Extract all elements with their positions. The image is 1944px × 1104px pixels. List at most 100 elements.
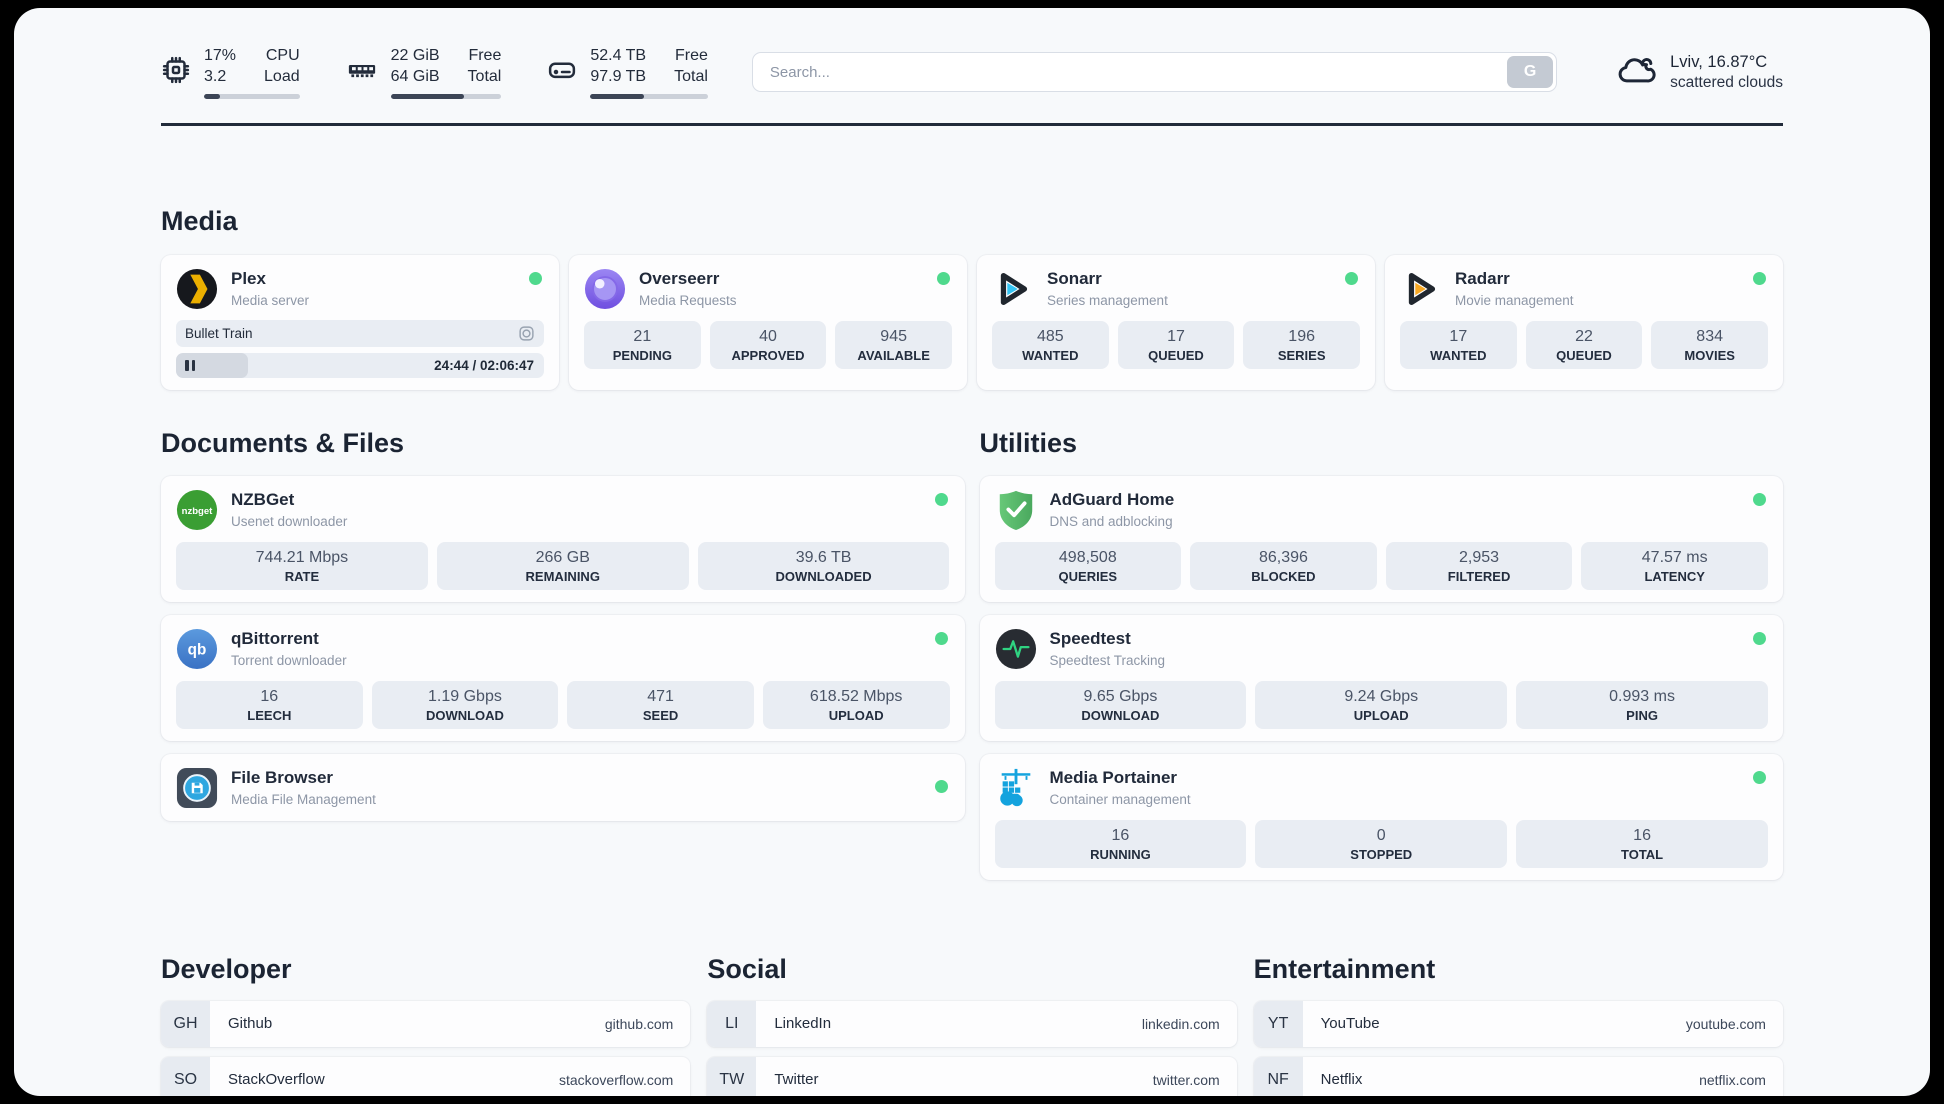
bookmark-stackoverflow[interactable]: SO StackOverflow stackoverflow.com: [161, 1056, 691, 1096]
app-card-sonarr[interactable]: Sonarr Series management 485 WANTED 17 Q…: [977, 254, 1375, 390]
app-title: Media Portainer: [1049, 768, 1178, 788]
app-subtitle: DNS and adblocking: [1049, 513, 1173, 529]
status-dot: [1753, 271, 1766, 285]
ram-icon: [346, 55, 378, 90]
app-card-speedtest[interactable]: Speedtest Speedtest Tracking 9.65 Gbps D…: [979, 614, 1783, 741]
plex-elapsed-total: 24:44 / 02:06:47: [434, 357, 534, 373]
cpu-labels: CPU Load: [264, 47, 300, 85]
status-dot: [934, 492, 948, 506]
weather-widget: Lviv, 16.87°C scattered clouds: [1615, 50, 1783, 95]
pause-icon[interactable]: [185, 359, 195, 371]
stat-available: 945 AVAILABLE: [835, 320, 952, 369]
speedtest-icon: [995, 628, 1036, 669]
app-card-qbittorrent[interactable]: qb qBittorrent Torrent downloader 16 LEE…: [161, 614, 965, 741]
disk-labels: Free Total: [674, 47, 708, 85]
stat-pending: 21 PENDING: [584, 320, 701, 369]
disk-progressbar: [590, 93, 708, 99]
app-subtitle: Movie management: [1455, 292, 1574, 308]
app-subtitle: Media Requests: [639, 292, 737, 308]
media-grid: Plex Media server Bullet Train 24:44 / 0…: [161, 254, 1783, 390]
search-engine-button[interactable]: G: [1507, 56, 1554, 89]
cpu-icon: [161, 55, 191, 90]
bookmark-netflix[interactable]: NF Netflix netflix.com: [1253, 1056, 1783, 1096]
app-card-portainer[interactable]: Media Portainer Container management 16 …: [979, 753, 1783, 880]
stat-running: 16 RUNNING: [994, 819, 1247, 868]
status-dot: [937, 271, 950, 285]
stat-total: 16 TOTAL: [1516, 819, 1768, 868]
sonarr-icon: [1000, 272, 1028, 305]
bookmark-url: github.com: [604, 1015, 674, 1032]
bookmark-twitter[interactable]: TW Twitter twitter.com: [707, 1056, 1237, 1096]
stat-stopped: 0 STOPPED: [1255, 819, 1508, 868]
app-subtitle: Usenet downloader: [231, 513, 348, 529]
plex-now-playing: Bullet Train: [176, 319, 544, 347]
app-title: Plex: [231, 269, 266, 289]
stat-leech: 16 LEECH: [176, 680, 363, 729]
app-subtitle: Series management: [1047, 292, 1168, 308]
stat-movies: 834 MOVIES: [1651, 320, 1768, 369]
bookmark-group-developer: Developer GH Github github.com SO StackO…: [161, 954, 691, 1096]
bookmark-name: Github: [228, 1015, 273, 1033]
status-dot: [934, 780, 948, 794]
bookmark-abbr: TW: [707, 1056, 757, 1096]
qbittorrent-icon: qb: [176, 628, 218, 669]
app-title: File Browser: [231, 768, 334, 788]
stat-queued: 22 QUEUED: [1525, 320, 1643, 369]
memory-widget: 22 GiB 64 GiB Free Total: [346, 46, 502, 99]
app-card-nzbget[interactable]: nzbget NZBGet Usenet downloader 744.21 M…: [161, 475, 965, 602]
weather-location-temp: Lviv, 16.87°C: [1670, 52, 1768, 71]
svg-text:nzbget: nzbget: [182, 505, 214, 516]
app-subtitle: Media File Management: [231, 791, 376, 807]
session-camera-icon[interactable]: [518, 325, 535, 342]
memory-progressbar: [390, 93, 502, 99]
bookmark-name: LinkedIn: [774, 1015, 832, 1033]
stat-approved: 40 APPROVED: [709, 320, 827, 369]
stat-upload: 9.24 Gbps UPLOAD: [1255, 680, 1508, 729]
section-heading-media: Media: [161, 205, 238, 236]
app-subtitle: Container management: [1049, 791, 1191, 807]
header-divider: [161, 122, 1783, 126]
search-input[interactable]: [751, 52, 1558, 93]
stat-upload: 618.52 Mbps UPLOAD: [762, 680, 950, 729]
app-subtitle: Speedtest Tracking: [1049, 652, 1166, 668]
section-heading-entertainment: Entertainment: [1253, 953, 1436, 984]
stat-ping: 0.993 ms PING: [1516, 680, 1768, 729]
status-dot: [1753, 770, 1766, 784]
cpu-progressbar: [204, 93, 300, 99]
app-card-filebrowser[interactable]: File Browser Media File Management: [161, 753, 965, 821]
search-bar: G: [751, 52, 1558, 93]
bookmark-linkedin[interactable]: LI LinkedIn linkedin.com: [707, 1000, 1237, 1047]
stat-download: 9.65 Gbps DOWNLOAD: [994, 680, 1247, 729]
app-title: Sonarr: [1047, 269, 1102, 289]
weather-condition: scattered clouds: [1670, 73, 1783, 91]
stat-filtered: 2,953 FILTERED: [1385, 541, 1573, 590]
portainer-icon: [999, 768, 1030, 806]
bookmark-url: netflix.com: [1699, 1071, 1766, 1088]
bookmark-github[interactable]: GH Github github.com: [161, 1000, 691, 1047]
app-card-adguard[interactable]: AdGuard Home DNS and adblocking 498,508 …: [979, 475, 1783, 602]
column-utilities: Utilities AdGuard Home DNS and adblockin…: [979, 428, 1783, 880]
filebrowser-icon: [176, 767, 218, 808]
bookmark-abbr: LI: [707, 1000, 757, 1047]
app-title: Speedtest: [1049, 629, 1131, 649]
cpu-widget: 17% 3.2 CPU Load: [161, 46, 300, 99]
app-title: NZBGet: [231, 490, 295, 510]
app-card-overseerr[interactable]: Overseerr Media Requests 21 PENDING 40 A…: [569, 254, 967, 390]
now-playing-title: Bullet Train: [185, 325, 253, 341]
plex-icon: [176, 268, 218, 309]
stat-series: 196 SERIES: [1243, 320, 1360, 369]
app-card-plex[interactable]: Plex Media server Bullet Train 24:44 / 0…: [161, 254, 559, 390]
bookmark-youtube[interactable]: YT YouTube youtube.com: [1253, 1000, 1783, 1047]
bookmark-name: Twitter: [774, 1071, 819, 1089]
app-card-radarr[interactable]: Radarr Movie management 17 WANTED 22 QUE…: [1385, 254, 1783, 390]
bookmark-abbr: YT: [1253, 1000, 1303, 1047]
stat-latency: 47.57 ms LATENCY: [1581, 541, 1768, 590]
cloud-icon: [1615, 50, 1657, 95]
bookmark-url: linkedin.com: [1141, 1015, 1220, 1032]
stat-rate: 744.21 Mbps RATE: [176, 541, 428, 590]
memory-values: 22 GiB 64 GiB: [390, 47, 440, 85]
app-subtitle: Torrent downloader: [231, 652, 347, 668]
section-heading-social: Social: [707, 953, 787, 984]
column-documents: Documents & Files nzbget NZBGet Usenet d…: [161, 428, 965, 880]
bookmark-abbr: SO: [161, 1056, 210, 1096]
